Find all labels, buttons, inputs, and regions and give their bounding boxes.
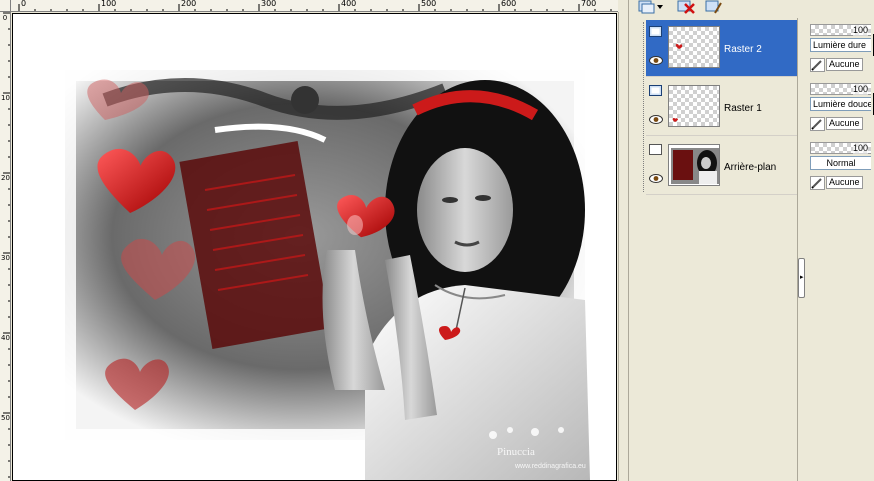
visibility-eye-icon[interactable]: [649, 115, 663, 124]
layers-toolbar: [629, 0, 874, 16]
app-window: 0 100 200 300 400 500 600 700 0 10 20 30…: [0, 0, 874, 481]
panel-splitter[interactable]: [797, 18, 804, 481]
ruler-left-label: 500: [1, 414, 10, 422]
layer-name[interactable]: Raster 2: [724, 44, 762, 55]
layer-row-raster-2[interactable]: Raster 2: [646, 20, 798, 77]
ruler-top-label: 700: [581, 0, 597, 8]
document-canvas[interactable]: Pinuccia www.reddinagrafica.eu: [12, 13, 617, 481]
vertical-scrollbar[interactable]: [618, 12, 628, 481]
layer-thumbnail: [668, 144, 720, 186]
layer-thumbnail: [668, 26, 720, 68]
ruler-top: 0 100 200 300 400 500 600 700: [11, 0, 618, 12]
ruler-top-label: 600: [501, 0, 517, 8]
layer-row-background[interactable]: Arrière-plan: [646, 138, 798, 195]
watermark-title: Pinuccia: [497, 446, 535, 458]
raster-layer-icon: [649, 85, 662, 96]
face: [417, 148, 513, 272]
ruler-left-label: 300: [1, 254, 10, 262]
ruler-top-label: 200: [181, 0, 197, 8]
mask-control[interactable]: Aucune: [810, 57, 872, 73]
layers-panel: Raster 2 Raster 1 Arrière-plan ▸ 100 Lum…: [628, 0, 874, 481]
mask-label: Aucune: [826, 176, 863, 189]
opacity-slider[interactable]: 100: [810, 83, 872, 95]
delete-layer-icon[interactable]: [677, 0, 695, 14]
layer-properties-icon[interactable]: [705, 0, 723, 14]
layer-properties-raster-2: 100 Lumière dure Aucune: [808, 20, 874, 77]
layer-row-raster-1[interactable]: Raster 1: [646, 79, 798, 136]
opacity-slider[interactable]: 100: [810, 142, 872, 154]
raster-layer-icon: [649, 26, 662, 37]
layer-name[interactable]: Raster 1: [724, 103, 762, 114]
ruler-left: 0 100 200 300 400 500: [0, 12, 11, 481]
layer-properties-background: 100 Normal Aucune: [808, 138, 874, 195]
new-layer-icon[interactable]: [637, 0, 655, 14]
edit-brush-icon[interactable]: [810, 176, 825, 190]
opacity-value: 100: [852, 143, 868, 154]
chevron-right-icon: ▸: [800, 274, 804, 281]
ruler-left-label: 100: [1, 94, 10, 102]
ruler-top-label: 100: [101, 0, 117, 8]
blend-mode-select[interactable]: Lumière douce: [810, 97, 872, 111]
ruler-top-label: 500: [421, 0, 437, 8]
dropdown-arrow-icon[interactable]: [656, 0, 664, 14]
opacity-value: 100: [852, 25, 868, 36]
opacity-slider[interactable]: 100: [810, 24, 872, 36]
blend-mode-select[interactable]: Lumière dure: [810, 38, 872, 52]
layer-name[interactable]: Arrière-plan: [724, 162, 776, 173]
ruler-corner: [0, 0, 11, 12]
layer-thumbnail: [668, 85, 720, 127]
edit-brush-icon[interactable]: [810, 58, 825, 72]
ruler-left-ticks: [3, 12, 10, 478]
ruler-top-label: 300: [261, 0, 277, 8]
ruler-left-label: 400: [1, 334, 10, 342]
layer-tree-line: [643, 22, 644, 192]
ruler-top-label: 0: [21, 0, 27, 8]
canvas-area: 0 100 200 300 400 500 600 700 0 10 20 30…: [0, 0, 628, 481]
background-layer-icon: [649, 144, 662, 155]
ruler-left-label: 0: [2, 14, 8, 22]
artwork-image: Pinuccia www.reddinagrafica.eu: [65, 60, 596, 480]
opacity-value: 100: [852, 84, 868, 95]
ruler-left-label: 200: [1, 174, 10, 182]
edit-brush-icon[interactable]: [810, 117, 825, 131]
mask-label: Aucune: [826, 58, 863, 71]
watermark-url: www.reddinagrafica.eu: [514, 463, 586, 470]
ruler-top-label: 400: [341, 0, 357, 8]
mask-control[interactable]: Aucune: [810, 116, 872, 132]
collapse-panel-button[interactable]: ▸: [798, 258, 805, 298]
layer-properties-raster-1: 100 Lumière douce Aucune: [808, 79, 874, 136]
mask-label: Aucune: [826, 117, 863, 130]
visibility-eye-icon[interactable]: [649, 174, 663, 183]
blend-mode-select[interactable]: Normal: [810, 156, 872, 170]
mask-control[interactable]: Aucune: [810, 175, 872, 191]
visibility-eye-icon[interactable]: [649, 56, 663, 65]
